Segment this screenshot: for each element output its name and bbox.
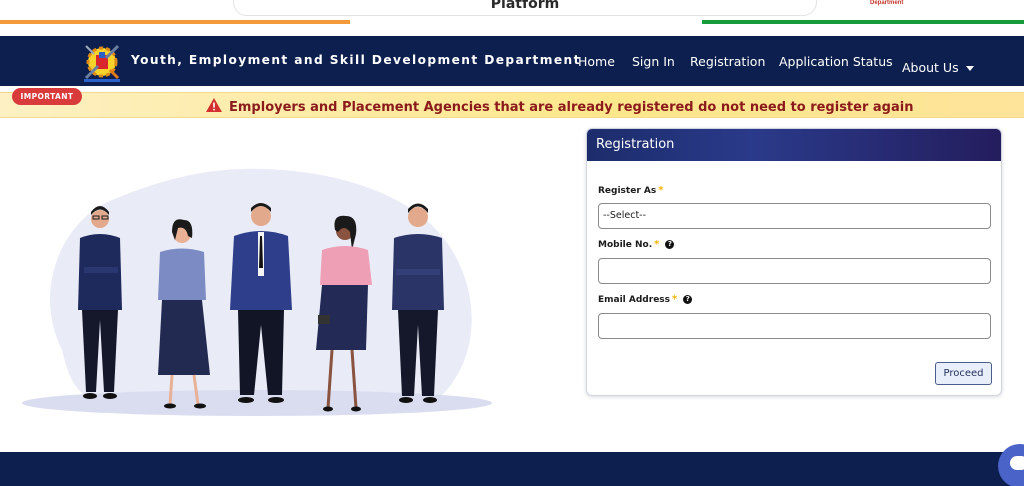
nav-sign-in[interactable]: Sign In <box>632 54 675 69</box>
required-marker: * <box>672 294 678 305</box>
nav-about-us[interactable]: About Us <box>902 60 974 75</box>
chat-bubble-icon <box>1010 456 1024 470</box>
department-tag: Department <box>870 0 904 6</box>
nav-registration[interactable]: Registration <box>690 54 765 69</box>
question-circle-icon[interactable]: ? <box>665 240 675 249</box>
registration-card: Registration Register As * --Select-- Mob… <box>586 128 1002 396</box>
mobile-input[interactable] <box>598 258 991 284</box>
email-label: Email Address <box>598 295 671 305</box>
green-stripe <box>702 20 1024 24</box>
register-as-select[interactable]: --Select-- <box>598 203 991 229</box>
footer <box>0 452 1024 486</box>
mobile-label: Mobile No. <box>598 240 653 250</box>
department-title[interactable]: Youth, Employment and Skill Development … <box>131 53 581 67</box>
registration-header: Registration <box>587 129 1001 161</box>
required-marker: * <box>658 185 664 196</box>
proceed-button[interactable]: Proceed <box>935 362 992 385</box>
mobile-label-row: Mobile No. *? <box>598 239 675 250</box>
platform-title: Platform <box>490 0 560 12</box>
email-input[interactable] <box>598 313 991 339</box>
register-as-label-row: Register As * <box>598 185 663 196</box>
nav-about-us-label: About Us <box>902 60 959 75</box>
saffron-stripe <box>0 20 350 24</box>
nav-home[interactable]: Home <box>578 54 615 69</box>
banner-message-row: Employers and Placement Agencies that ar… <box>205 97 913 115</box>
warning-triangle-icon <box>206 98 222 112</box>
nav-application-status[interactable]: Application Status <box>779 54 893 69</box>
department-logo-icon[interactable] <box>80 40 124 84</box>
team-illustration <box>22 168 492 416</box>
caret-down-icon <box>965 66 974 71</box>
platform-card: Platform <box>233 0 817 16</box>
banner-message: Employers and Placement Agencies that ar… <box>229 100 914 115</box>
register-as-label: Register As <box>598 186 657 196</box>
question-circle-icon[interactable]: ? <box>683 295 693 304</box>
email-label-row: Email Address *? <box>598 294 693 305</box>
required-marker: * <box>654 239 660 250</box>
important-badge: IMPORTANT <box>12 88 82 105</box>
